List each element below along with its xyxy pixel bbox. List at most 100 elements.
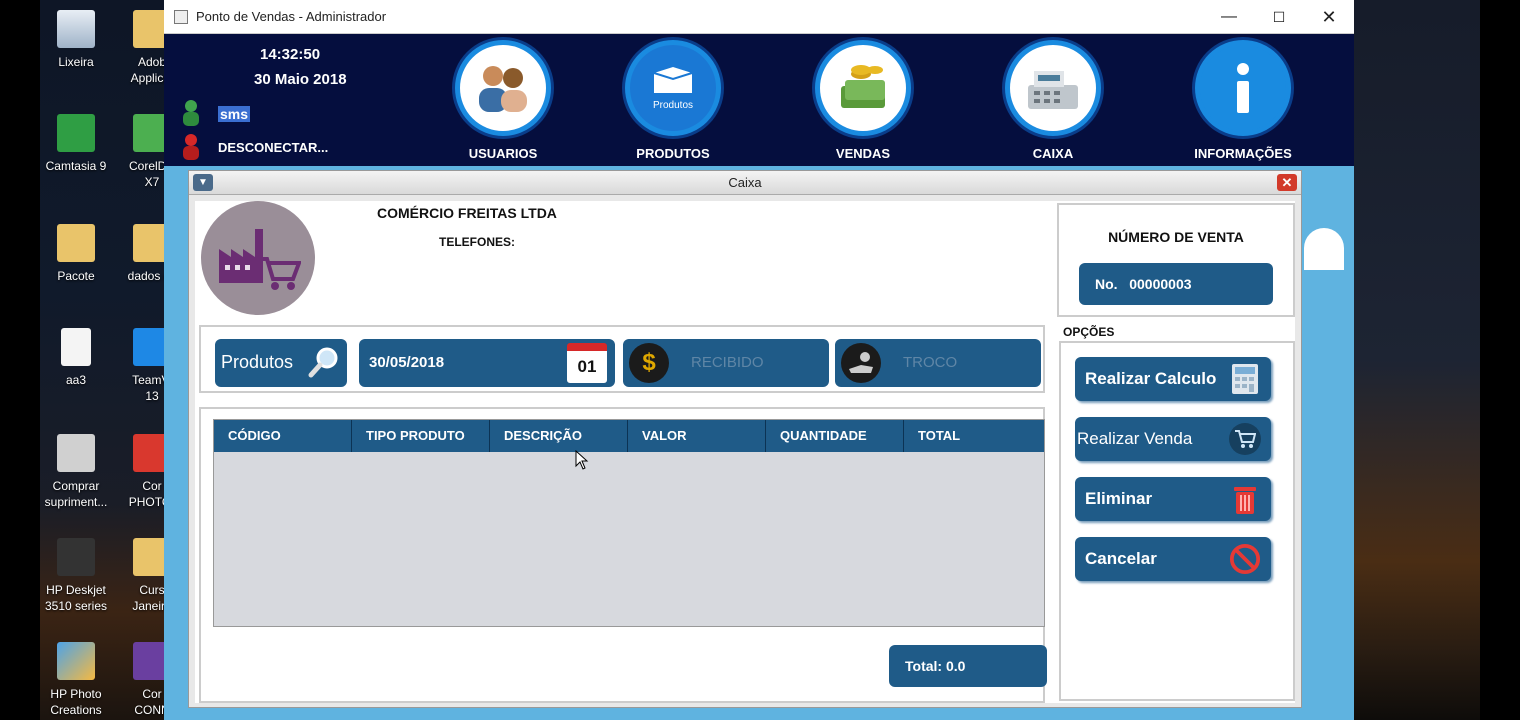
window-title: Ponto de Vendas - Administrador <box>196 9 387 24</box>
caixa-internal-frame: ▼ Caixa ✕ COMÉRCIO FREITAS LTDA TELEFONE… <box>188 170 1302 708</box>
option-label: Cancelar <box>1085 549 1157 568</box>
options-label: OPÇÕES <box>1063 325 1115 339</box>
logout-link[interactable]: DESCONECTAR... <box>218 140 328 155</box>
company-logo <box>201 201 315 315</box>
magnifier-icon <box>308 347 338 378</box>
nav-label: USUARIOS <box>468 146 538 161</box>
column-header-descricao[interactable]: DESCRIÇÃO <box>490 420 628 452</box>
sale-toolbar: Produtos 30/05/2018 01 $ RECIBIDO TROCO <box>199 325 1045 393</box>
desktop-icon-comprar[interactable]: Comprar supriment... <box>36 434 116 510</box>
background-cloud <box>1304 228 1344 270</box>
column-header-total[interactable]: TOTAL <box>904 420 1042 452</box>
desktop-icon-label: aa3 <box>65 373 87 387</box>
products-button-label: Produtos <box>221 352 294 372</box>
frame-close-button[interactable]: ✕ <box>1277 174 1297 191</box>
money-icon <box>815 40 911 136</box>
realizar-calculo-button[interactable]: Realizar Calculo <box>1075 357 1271 401</box>
desktop-icon-aa3[interactable]: aa3 <box>36 328 116 388</box>
nav-informacoes[interactable]: INFORMAÇÕES <box>1178 40 1308 161</box>
desktop-icon-label: Camtasia 9 <box>45 159 107 173</box>
factory-cart-icon <box>219 229 301 290</box>
java-app-icon <box>174 9 188 24</box>
change-field[interactable]: TROCO <box>835 339 1041 387</box>
letterbox-left <box>0 0 40 720</box>
sale-number-value: No. 00000003 <box>1079 263 1273 305</box>
current-date: 30 Maio 2018 <box>254 71 347 88</box>
items-table[interactable]: CÓDIGO TIPO PRODUTO DESCRIÇÃO VALOR QUAN… <box>213 419 1045 627</box>
nav-label: INFORMAÇÕES <box>1194 146 1292 161</box>
calendar-day: 01 <box>577 357 597 376</box>
frame-menu-button[interactable]: ▼ <box>193 174 213 191</box>
column-header-tipo-produto[interactable]: TIPO PRODUTO <box>352 420 490 452</box>
photo-icon <box>57 642 95 680</box>
app-window: Ponto de Vendas - Administrador — ☐ ✕ 14… <box>164 0 1354 720</box>
received-field[interactable]: $ RECIBIDO <box>623 339 829 387</box>
cash-register-icon <box>1005 40 1101 136</box>
products-search-button[interactable]: Produtos <box>215 339 347 387</box>
desktop-icon-camtasia[interactable]: Camtasia 9 <box>36 114 116 174</box>
desktop-icon-label: HP Deskjet 3510 series <box>44 583 108 613</box>
app-header: 14:32:50 30 Maio 2018 sms DESCONECTAR...… <box>164 34 1354 166</box>
caixa-title: Caixa <box>728 175 762 190</box>
date-value: 30/05/2018 <box>369 354 445 371</box>
cancelar-button[interactable]: Cancelar <box>1075 537 1271 581</box>
option-label: Realizar Calculo <box>1085 369 1217 388</box>
column-header-codigo[interactable]: CÓDIGO <box>214 420 352 452</box>
desktop-icon-pacote[interactable]: Pacote <box>36 224 116 284</box>
desktop-icon-hp-photo[interactable]: HP Photo Creations <box>36 642 116 718</box>
caixa-titlebar: ▼ Caixa ✕ <box>189 171 1301 195</box>
trash-icon <box>1229 483 1261 515</box>
column-header-valor[interactable]: VALOR <box>628 420 766 452</box>
letterbox-right <box>1480 0 1520 720</box>
calculator-icon <box>1229 363 1261 395</box>
maximize-button[interactable]: ☐ <box>1254 0 1304 34</box>
date-field[interactable]: 30/05/2018 01 <box>359 339 615 387</box>
eliminar-button[interactable]: Eliminar <box>1075 477 1271 521</box>
caixa-body: COMÉRCIO FREITAS LTDA TELEFONES: NÚMERO … <box>195 201 1295 703</box>
nav-produtos[interactable]: Produtos PRODUTOS <box>608 40 738 161</box>
received-placeholder: RECIBIDO <box>691 354 764 371</box>
nav-vendas[interactable]: VENDAS <box>798 40 928 161</box>
realizar-venda-button[interactable]: Realizar Venda <box>1075 417 1271 461</box>
nav-label: PRODUTOS <box>636 146 710 161</box>
window-titlebar: Ponto de Vendas - Administrador — ☐ ✕ <box>164 0 1354 34</box>
nav-usuarios[interactable]: USUARIOS <box>438 40 568 161</box>
printer-icon <box>57 434 95 472</box>
desktop-icon-hp-deskjet[interactable]: HP Deskjet 3510 series <box>36 538 116 614</box>
option-label: Realizar Venda <box>1077 429 1193 448</box>
nav-caixa[interactable]: CAIXA <box>988 40 1118 161</box>
folder-icon <box>57 224 95 262</box>
document-icon <box>61 328 91 366</box>
minimize-button[interactable]: — <box>1204 0 1254 34</box>
cart-icon <box>1229 423 1261 455</box>
camtasia-icon <box>57 114 95 152</box>
info-icon <box>1195 40 1291 136</box>
logged-user: sms <box>218 106 251 122</box>
options-panel: Realizar Calculo Realizar Venda Eliminar <box>1059 341 1295 701</box>
total-display: Total: 0.0 <box>889 645 1047 687</box>
close-button[interactable]: ✕ <box>1304 0 1354 34</box>
desktop-icon-recycle-bin[interactable]: Lixeira <box>36 10 116 70</box>
desktop-icon-label: HP Photo Creations <box>50 687 102 717</box>
printer-icon <box>57 538 95 576</box>
clock-time: 14:32:50 <box>260 46 321 63</box>
column-header-quantidade[interactable]: QUANTIDADE <box>766 420 904 452</box>
calendar-icon[interactable]: 01 <box>567 343 607 383</box>
dollar-icon: $ <box>629 343 669 383</box>
nav-label: VENDAS <box>835 146 891 161</box>
recycle-bin-icon <box>57 10 95 48</box>
option-label: Eliminar <box>1085 489 1153 508</box>
products-box-icon: Produtos <box>625 40 721 136</box>
sale-number-label: NÚMERO DE VENTA <box>1108 229 1244 245</box>
change-placeholder: TROCO <box>903 354 958 371</box>
hand-coin-icon <box>841 343 881 383</box>
sale-number-panel: NÚMERO DE VENTA No. 00000003 <box>1057 203 1295 317</box>
phones-label: TELEFONES: <box>439 235 516 249</box>
user-icon <box>183 100 199 126</box>
table-header: CÓDIGO TIPO PRODUTO DESCRIÇÃO VALOR QUAN… <box>214 420 1044 452</box>
logout-user-icon[interactable] <box>180 132 202 162</box>
cancel-icon <box>1229 543 1261 575</box>
mouse-cursor-icon <box>575 450 589 470</box>
nav-label: CAIXA <box>1032 146 1074 161</box>
users-icon <box>455 40 551 136</box>
